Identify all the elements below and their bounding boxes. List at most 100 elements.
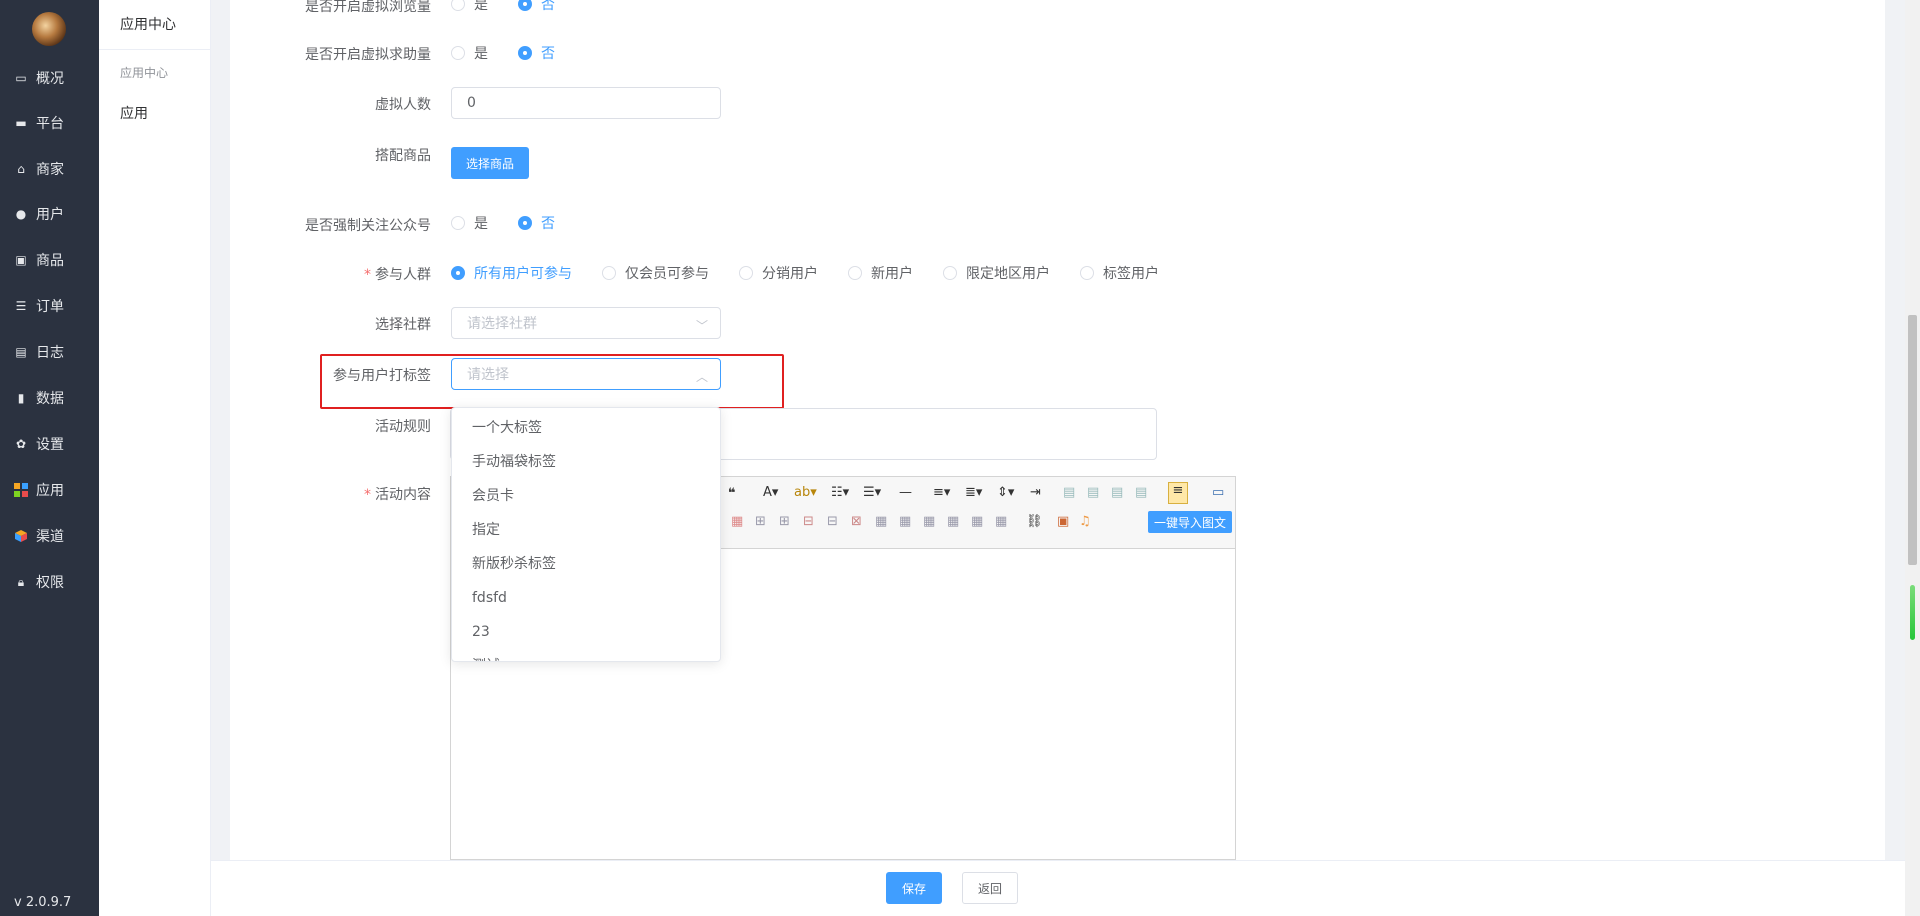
highlight-color-icon[interactable]: ab▾ <box>794 485 817 500</box>
radio-virtual-views-yes[interactable]: 是 <box>451 0 488 14</box>
nav-label: 渠道 <box>36 529 64 545</box>
subnav-group: 应用中心 <box>120 66 169 80</box>
radio-virtual-help-no[interactable]: 否 <box>518 43 555 63</box>
nav-item-goods[interactable]: ▣ 商品 <box>0 243 99 277</box>
unordered-list-icon[interactable]: ☰▾ <box>863 485 881 500</box>
nav-item-log[interactable]: ▤ 日志 <box>0 335 99 369</box>
label-rules: 活动规则 <box>375 419 431 435</box>
back-button[interactable]: 返回 <box>962 872 1018 904</box>
apps-icon <box>14 483 28 497</box>
horizontal-rule-icon[interactable]: — <box>899 485 912 500</box>
table-cell-icon[interactable]: ▦ <box>995 514 1007 529</box>
row-spacing-icon[interactable]: ⇕▾ <box>997 485 1014 500</box>
dropdown-option[interactable]: 23 <box>452 615 720 649</box>
import-article-button[interactable]: 一键导入图文 <box>1148 511 1232 533</box>
format-brush-icon[interactable]: ≡ <box>1168 482 1188 504</box>
desktop-icon: ▬ <box>15 116 27 130</box>
save-button[interactable]: 保存 <box>886 872 942 904</box>
table-insert-icon[interactable]: ▦ <box>731 514 743 529</box>
nav-item-apps[interactable]: 应用 <box>0 473 99 507</box>
scrollbar-thumb[interactable] <box>1908 315 1917 565</box>
quote-icon[interactable]: ❝ <box>728 486 736 501</box>
nav-label: 权限 <box>36 575 64 591</box>
line-height-icon[interactable]: ≣▾ <box>965 485 982 500</box>
nav-item-permission[interactable]: 🔒︎ 权限 <box>0 565 99 599</box>
align-center-icon[interactable]: ▤ <box>1087 485 1099 500</box>
table-split-icon[interactable]: ⊟ <box>827 514 838 529</box>
radio-audience-region[interactable]: 限定地区用户 <box>943 263 1050 283</box>
order-icon: ☰ <box>15 299 27 313</box>
nav-label: 订单 <box>36 299 64 315</box>
table-cell-icon[interactable]: ▦ <box>899 514 911 529</box>
nav-item-user[interactable]: ● 用户 <box>0 197 99 231</box>
dropdown-option[interactable]: 指定 <box>452 513 720 547</box>
nav-item-channel[interactable]: 渠道 <box>0 519 99 553</box>
chart-icon: ▮ <box>17 391 25 405</box>
paragraph-spacing-icon[interactable]: ≡▾ <box>933 485 950 500</box>
nav-item-merchant[interactable]: ⌂ 商家 <box>0 152 99 186</box>
radio-audience-distributor[interactable]: 分销用户 <box>739 263 818 283</box>
dropdown-option[interactable]: fdsfd <box>452 581 720 615</box>
select-goods-button[interactable]: 选择商品 <box>451 147 530 179</box>
required-mark: * <box>364 487 371 503</box>
chevron-up-icon: ︿ <box>695 370 708 384</box>
label-community: 选择社群 <box>375 317 431 333</box>
user-icon: ● <box>15 207 27 221</box>
emotion-icon[interactable]: ♫ <box>1079 514 1091 529</box>
page-scrollbar[interactable] <box>1905 0 1920 916</box>
subnav-item-apps[interactable]: 应用 <box>120 103 148 123</box>
log-icon: ▤ <box>15 345 27 359</box>
label-match-goods: 搭配商品 <box>375 148 431 164</box>
monitor-icon: ▭ <box>15 71 27 85</box>
table-delete-icon[interactable]: ⊠ <box>851 514 862 529</box>
nav-item-order[interactable]: ☰ 订单 <box>0 289 99 323</box>
table-merge-icon[interactable]: ⊟ <box>803 514 814 529</box>
nav-label: 用户 <box>36 207 64 223</box>
align-right-icon[interactable]: ▤ <box>1111 485 1123 500</box>
table-cell-icon[interactable]: ▦ <box>947 514 959 529</box>
shop-icon: ⌂ <box>17 162 25 176</box>
radio-force-follow-no[interactable]: 否 <box>518 213 555 233</box>
radio-virtual-help-yes[interactable]: 是 <box>451 43 488 63</box>
table-cell-icon[interactable]: ▦ <box>923 514 935 529</box>
nav-label: 应用 <box>36 483 64 499</box>
label-virtual-views: 是否开启虚拟浏览量 <box>305 0 431 15</box>
font-color-icon[interactable]: A▾ <box>763 485 778 500</box>
dropdown-option[interactable]: 手动福袋标签 <box>452 445 720 479</box>
align-left-icon[interactable]: ▤ <box>1063 485 1075 500</box>
radio-audience-tag[interactable]: 标签用户 <box>1080 263 1159 283</box>
logo[interactable] <box>32 12 66 46</box>
nav-label: 商家 <box>36 162 64 178</box>
nav-item-platform[interactable]: ▬ 平台 <box>0 106 99 140</box>
dropdown-option[interactable]: 新版秒杀标签 <box>452 547 720 581</box>
dropdown-option[interactable]: 测试 <box>452 649 720 661</box>
virtual-people-input[interactable]: 0 <box>451 87 721 119</box>
required-mark: * <box>364 267 371 283</box>
radio-audience-member[interactable]: 仅会员可参与 <box>602 263 709 283</box>
dropdown-option[interactable]: 一个大标签 <box>452 411 720 445</box>
chevron-down-icon: ﹀ <box>695 319 708 333</box>
align-justify-icon[interactable]: ▤ <box>1135 485 1147 500</box>
label-audience: * 参与人群 <box>364 267 431 283</box>
table-col-icon[interactable]: ⊞ <box>779 514 790 529</box>
preview-icon[interactable]: ▭ <box>1212 485 1224 500</box>
table-cell-icon[interactable]: ▦ <box>971 514 983 529</box>
radio-force-follow-yes[interactable]: 是 <box>451 213 488 233</box>
community-select[interactable]: 请选择社群 ﹀ <box>451 307 721 339</box>
link-icon[interactable]: ⛓ <box>1026 514 1043 529</box>
nav-item-settings[interactable]: ✿ 设置 <box>0 427 99 461</box>
nav-item-data[interactable]: ▮ 数据 <box>0 381 99 415</box>
nav-item-overview[interactable]: ▭ 概况 <box>0 61 99 95</box>
user-tag-select[interactable]: 请选择 ︿ <box>451 358 721 390</box>
radio-virtual-views-no[interactable]: 否 <box>518 0 555 14</box>
ordered-list-icon[interactable]: ☷▾ <box>831 485 849 500</box>
radio-audience-new-user[interactable]: 新用户 <box>848 263 913 283</box>
radio-audience-all[interactable]: 所有用户可参与 <box>451 263 572 283</box>
nav-label: 数据 <box>36 391 64 407</box>
table-row-icon[interactable]: ⊞ <box>755 514 766 529</box>
indent-icon[interactable]: ⇥ <box>1030 485 1041 500</box>
cube-icon <box>14 529 28 543</box>
dropdown-option[interactable]: 会员卡 <box>452 479 720 513</box>
table-cell-icon[interactable]: ▦ <box>875 514 887 529</box>
image-icon[interactable]: ▣ <box>1057 514 1069 529</box>
